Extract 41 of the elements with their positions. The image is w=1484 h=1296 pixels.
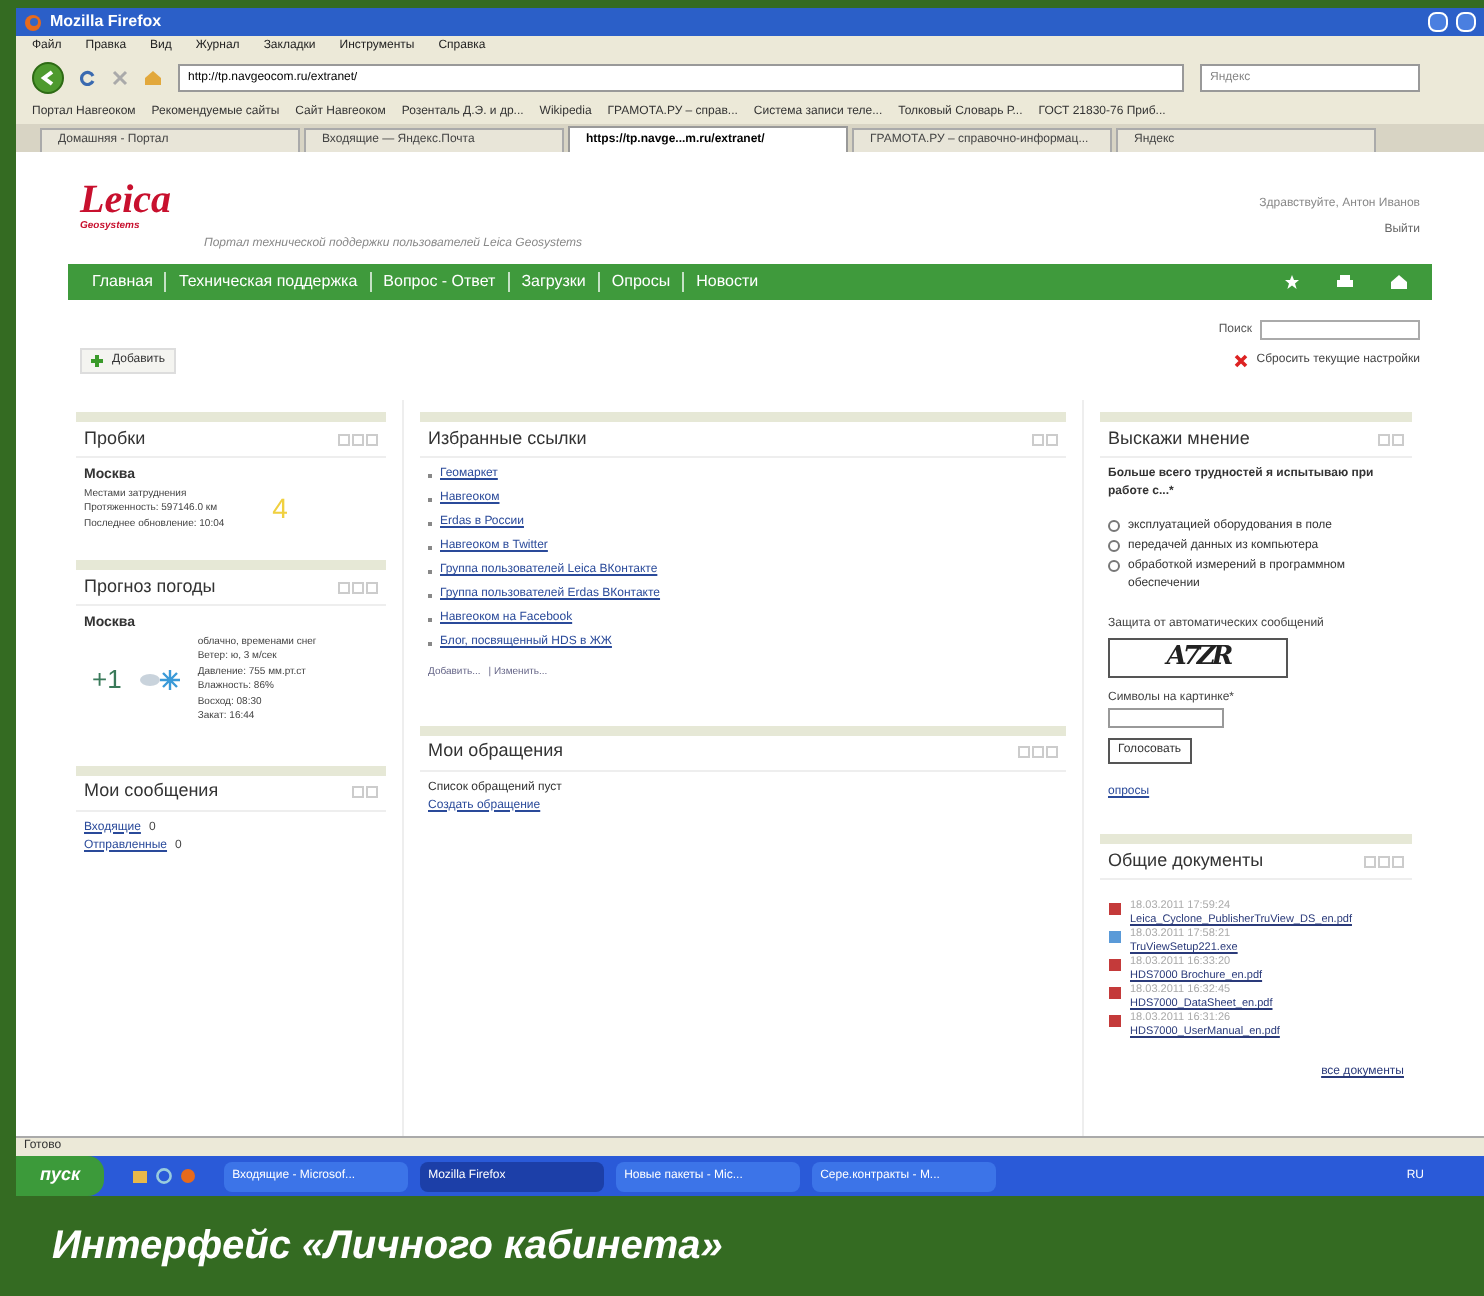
cloud-snow-icon xyxy=(137,668,182,692)
logo: Leica xyxy=(80,180,174,220)
figure-caption: Интерфейс «Личного кабинета» xyxy=(52,1222,723,1272)
start-button[interactable]: пуск xyxy=(16,1156,105,1196)
plus-icon xyxy=(90,354,104,368)
browser-icon[interactable] xyxy=(156,1168,173,1184)
panel-title: Мои сообщения xyxy=(84,778,219,805)
nav-link[interactable]: Главная xyxy=(92,270,153,294)
captcha-field[interactable] xyxy=(1108,708,1224,728)
maximize-button[interactable] xyxy=(1456,12,1476,32)
panel-title: Прогноз погоды xyxy=(84,573,216,600)
home-icon[interactable] xyxy=(1390,274,1408,290)
radio-button[interactable] xyxy=(1108,540,1120,552)
panel-title: Мои обращения xyxy=(428,738,563,765)
temperature: +1 xyxy=(92,662,122,699)
captcha-image: A7ZR xyxy=(1108,638,1288,678)
nav-link[interactable]: Загрузки xyxy=(521,270,586,294)
pdf-file-icon xyxy=(1108,902,1122,916)
folder-icon[interactable] xyxy=(132,1168,149,1184)
nav-link[interactable]: Техническая поддержка xyxy=(178,270,358,294)
program-file-icon xyxy=(1108,930,1122,944)
portal-search-field[interactable] xyxy=(1260,320,1420,340)
close-icon[interactable] xyxy=(1234,354,1249,368)
panel-title: Пробки xyxy=(84,425,146,452)
star-icon[interactable] xyxy=(1284,274,1300,290)
window-title: Mozilla Firefox xyxy=(50,10,162,34)
printer-icon[interactable] xyxy=(1336,274,1354,290)
radio-button[interactable] xyxy=(1108,520,1120,532)
nav-link[interactable]: Опросы xyxy=(611,270,671,294)
panel-title: Общие документы xyxy=(1108,847,1264,874)
panel-title: Выскажи мнение xyxy=(1108,425,1250,452)
reload-icon[interactable] xyxy=(80,70,96,86)
nav-link[interactable]: Новости xyxy=(696,270,759,294)
stop-icon[interactable] xyxy=(112,70,128,86)
radio-button[interactable] xyxy=(1108,560,1120,572)
minimize-button[interactable] xyxy=(1428,12,1448,32)
back-button[interactable] xyxy=(32,62,64,94)
panel-title: Избранные ссылки xyxy=(428,425,587,452)
home-icon[interactable] xyxy=(144,70,162,86)
nav-link[interactable]: Вопрос - Ответ xyxy=(383,270,496,294)
traffic-score: 4 xyxy=(272,490,288,529)
